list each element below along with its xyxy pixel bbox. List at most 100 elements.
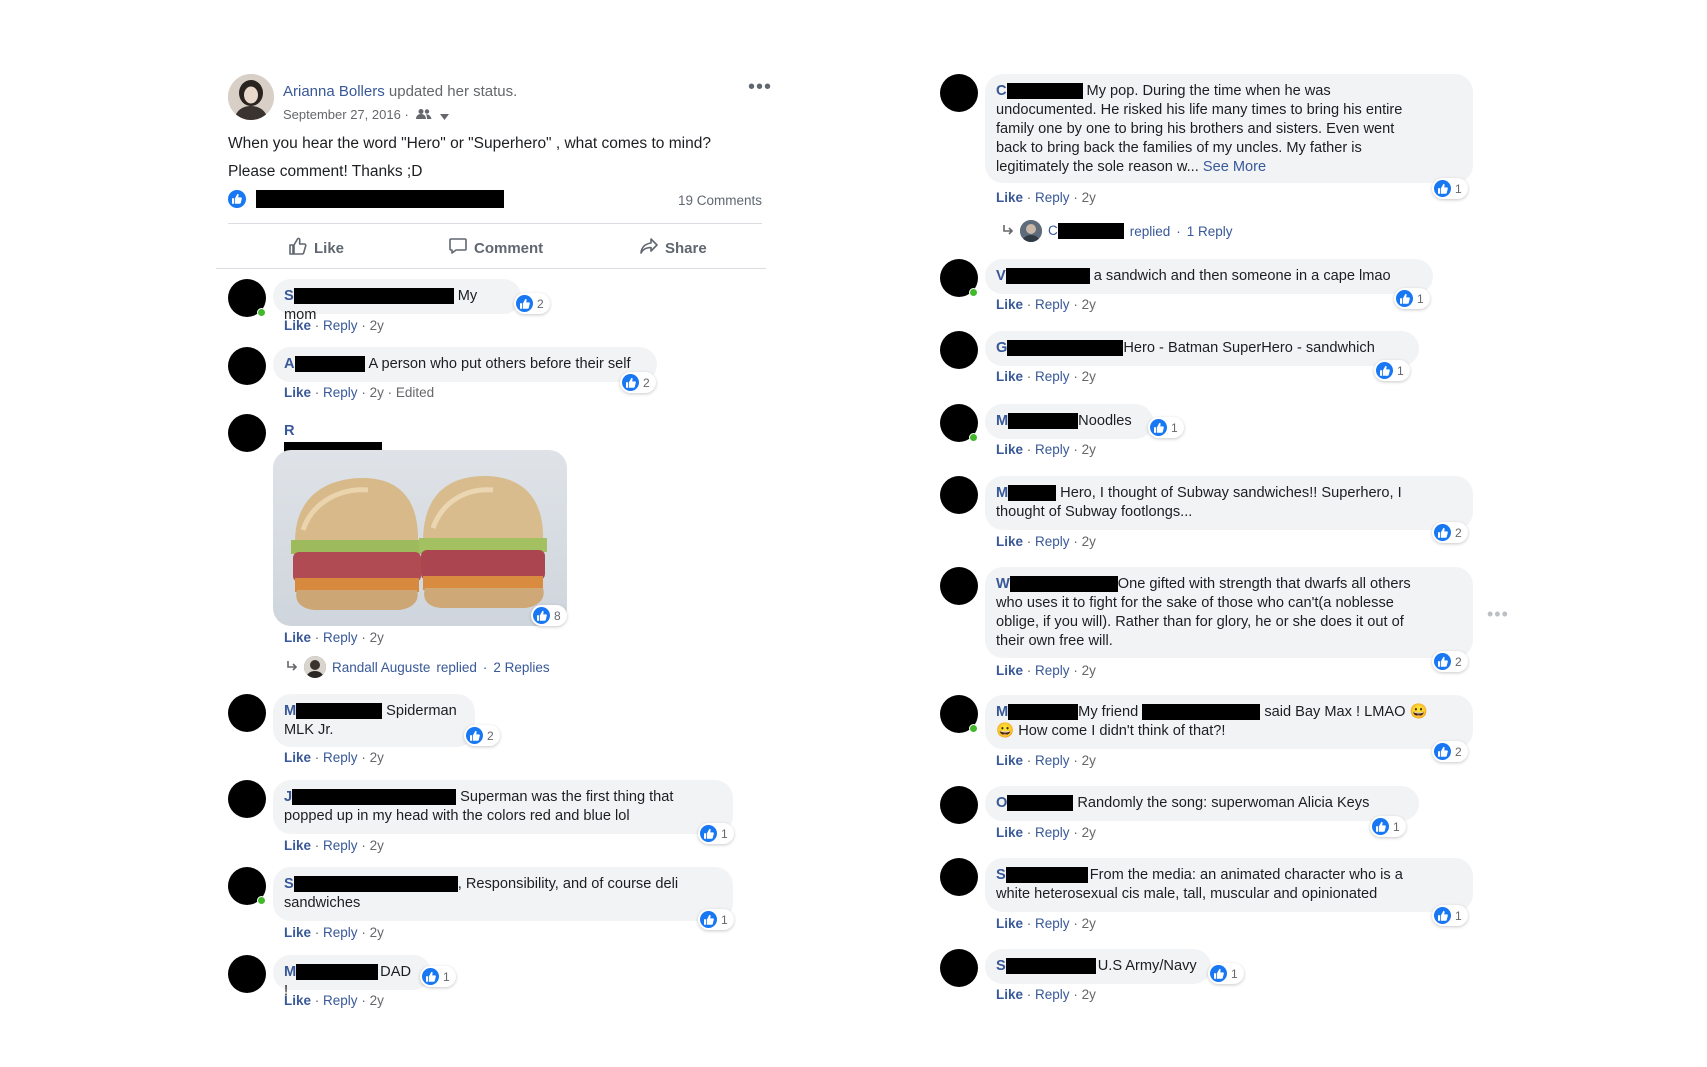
reaction-count[interactable]: 1: [1432, 178, 1468, 199]
share-button[interactable]: Share: [639, 236, 707, 260]
commenter-name[interactable]: J: [284, 789, 292, 805]
commenter-name[interactable]: S: [284, 876, 294, 892]
reaction-count[interactable]: 2: [620, 372, 656, 393]
avatar[interactable]: [228, 867, 266, 905]
avatar[interactable]: [940, 949, 978, 987]
commenter-name[interactable]: S: [996, 958, 1006, 974]
reaction-count[interactable]: 2: [1432, 651, 1468, 672]
comment-time[interactable]: 2y: [370, 925, 384, 940]
comment-reply-link[interactable]: Reply: [1035, 297, 1070, 312]
avatar[interactable]: [228, 780, 266, 818]
comment-time[interactable]: 2y: [1082, 190, 1096, 205]
replies-link[interactable]: C replied · 1 Reply: [1002, 220, 1233, 242]
comment-time[interactable]: 2y: [1082, 663, 1096, 678]
comment-reply-link[interactable]: Reply: [1035, 369, 1070, 384]
post-author-name[interactable]: Arianna Bollers: [283, 83, 385, 100]
comment-like-link[interactable]: Like: [996, 987, 1023, 1002]
comment-options-icon[interactable]: •••: [1487, 604, 1509, 625]
reaction-count[interactable]: 1: [1432, 905, 1468, 926]
comment-reply-link[interactable]: Reply: [1035, 916, 1070, 931]
reaction-count[interactable]: 1: [1208, 963, 1244, 984]
comment-time[interactable]: 2y: [1082, 369, 1096, 384]
reaction-count[interactable]: 1: [1394, 288, 1430, 309]
comment-like-link[interactable]: Like: [284, 385, 311, 400]
avatar[interactable]: [228, 347, 266, 385]
comment-reply-link[interactable]: Reply: [1035, 987, 1070, 1002]
see-more-link[interactable]: See More: [1203, 159, 1266, 175]
commenter-name[interactable]: M: [284, 703, 296, 719]
comment-reply-link[interactable]: Reply: [323, 925, 358, 940]
comments-count[interactable]: 19 Comments: [678, 193, 762, 208]
comment-like-link[interactable]: Like: [284, 630, 311, 645]
comment-like-link[interactable]: Like: [996, 297, 1023, 312]
author-avatar[interactable]: [228, 74, 274, 120]
comment-like-link[interactable]: Like: [284, 838, 311, 853]
reaction-count[interactable]: 1: [698, 823, 734, 844]
chevron-down-icon[interactable]: [440, 108, 450, 123]
sandwich-photo[interactable]: [273, 450, 567, 626]
replies-link[interactable]: Randall Auguste replied · 2 Replies: [286, 656, 550, 678]
comment-like-link[interactable]: Like: [996, 369, 1023, 384]
commenter-name[interactable]: C: [996, 83, 1007, 99]
replier-avatar[interactable]: [1020, 220, 1042, 242]
reaction-count[interactable]: 2: [464, 725, 500, 746]
reaction-count[interactable]: 1: [1374, 360, 1410, 381]
like-button[interactable]: Like: [288, 236, 344, 260]
reaction-count[interactable]: 1: [698, 909, 734, 930]
comment-like-link[interactable]: Like: [996, 534, 1023, 549]
comment-time[interactable]: 2y: [1082, 753, 1096, 768]
avatar[interactable]: [940, 476, 978, 514]
avatar[interactable]: [228, 414, 266, 452]
comment-time[interactable]: 2y: [1082, 442, 1096, 457]
commenter-name[interactable]: V: [996, 268, 1006, 284]
reaction-count[interactable]: 1: [1370, 816, 1406, 837]
comment-time[interactable]: 2y: [1082, 534, 1096, 549]
commenter-name[interactable]: A: [284, 356, 295, 372]
reaction-count[interactable]: 2: [1432, 522, 1468, 543]
comment-like-link[interactable]: Like: [996, 916, 1023, 931]
comment-time[interactable]: 2y: [370, 993, 384, 1008]
comment-like-link[interactable]: Like: [996, 442, 1023, 457]
comment-reply-link[interactable]: Reply: [323, 385, 358, 400]
commenter-name[interactable]: S: [284, 288, 294, 304]
comment-like-link[interactable]: Like: [284, 925, 311, 940]
comment-reply-link[interactable]: Reply: [1035, 442, 1070, 457]
commenter-name[interactable]: G: [996, 340, 1007, 356]
comment-time[interactable]: 2y: [370, 630, 384, 645]
reaction-count[interactable]: 2: [1432, 741, 1468, 762]
commenter-name[interactable]: M: [996, 704, 1008, 720]
more-options-icon[interactable]: •••: [748, 77, 772, 97]
comment-like-link[interactable]: Like: [284, 750, 311, 765]
commenter-name[interactable]: W: [996, 576, 1010, 592]
avatar[interactable]: [228, 279, 266, 317]
audience-friends-icon[interactable]: [416, 108, 432, 123]
comment-reply-link[interactable]: Reply: [1035, 534, 1070, 549]
comment-reply-link[interactable]: Reply: [323, 630, 358, 645]
comment-like-link[interactable]: Like: [284, 318, 311, 333]
reaction-count[interactable]: 1: [1148, 417, 1184, 438]
avatar[interactable]: [940, 331, 978, 369]
comment-time[interactable]: 2y: [370, 750, 384, 765]
avatar[interactable]: [228, 955, 266, 993]
post-date[interactable]: September 27, 2016: [283, 107, 401, 122]
comment-reply-link[interactable]: Reply: [1035, 753, 1070, 768]
comment-reply-link[interactable]: Reply: [323, 838, 358, 853]
avatar[interactable]: [940, 695, 978, 733]
avatar[interactable]: [940, 404, 978, 442]
comment-reply-link[interactable]: Reply: [323, 318, 358, 333]
comment-like-link[interactable]: Like: [996, 753, 1023, 768]
avatar[interactable]: [940, 74, 978, 112]
comment-time[interactable]: 2y: [1082, 297, 1096, 312]
comment-reply-link[interactable]: Reply: [323, 993, 358, 1008]
comment-like-link[interactable]: Like: [996, 663, 1023, 678]
comment-like-link[interactable]: Like: [996, 825, 1023, 840]
comment-time[interactable]: 2y: [1082, 987, 1096, 1002]
commenter-name[interactable]: M: [284, 964, 296, 980]
avatar[interactable]: [940, 786, 978, 824]
comment-reply-link[interactable]: Reply: [323, 750, 358, 765]
like-reaction-icon[interactable]: [228, 190, 246, 208]
comment-reply-link[interactable]: Reply: [1035, 825, 1070, 840]
comment-time[interactable]: 2y: [1082, 916, 1096, 931]
comment-reply-link[interactable]: Reply: [1035, 190, 1070, 205]
reaction-count[interactable]: 1: [420, 966, 456, 987]
